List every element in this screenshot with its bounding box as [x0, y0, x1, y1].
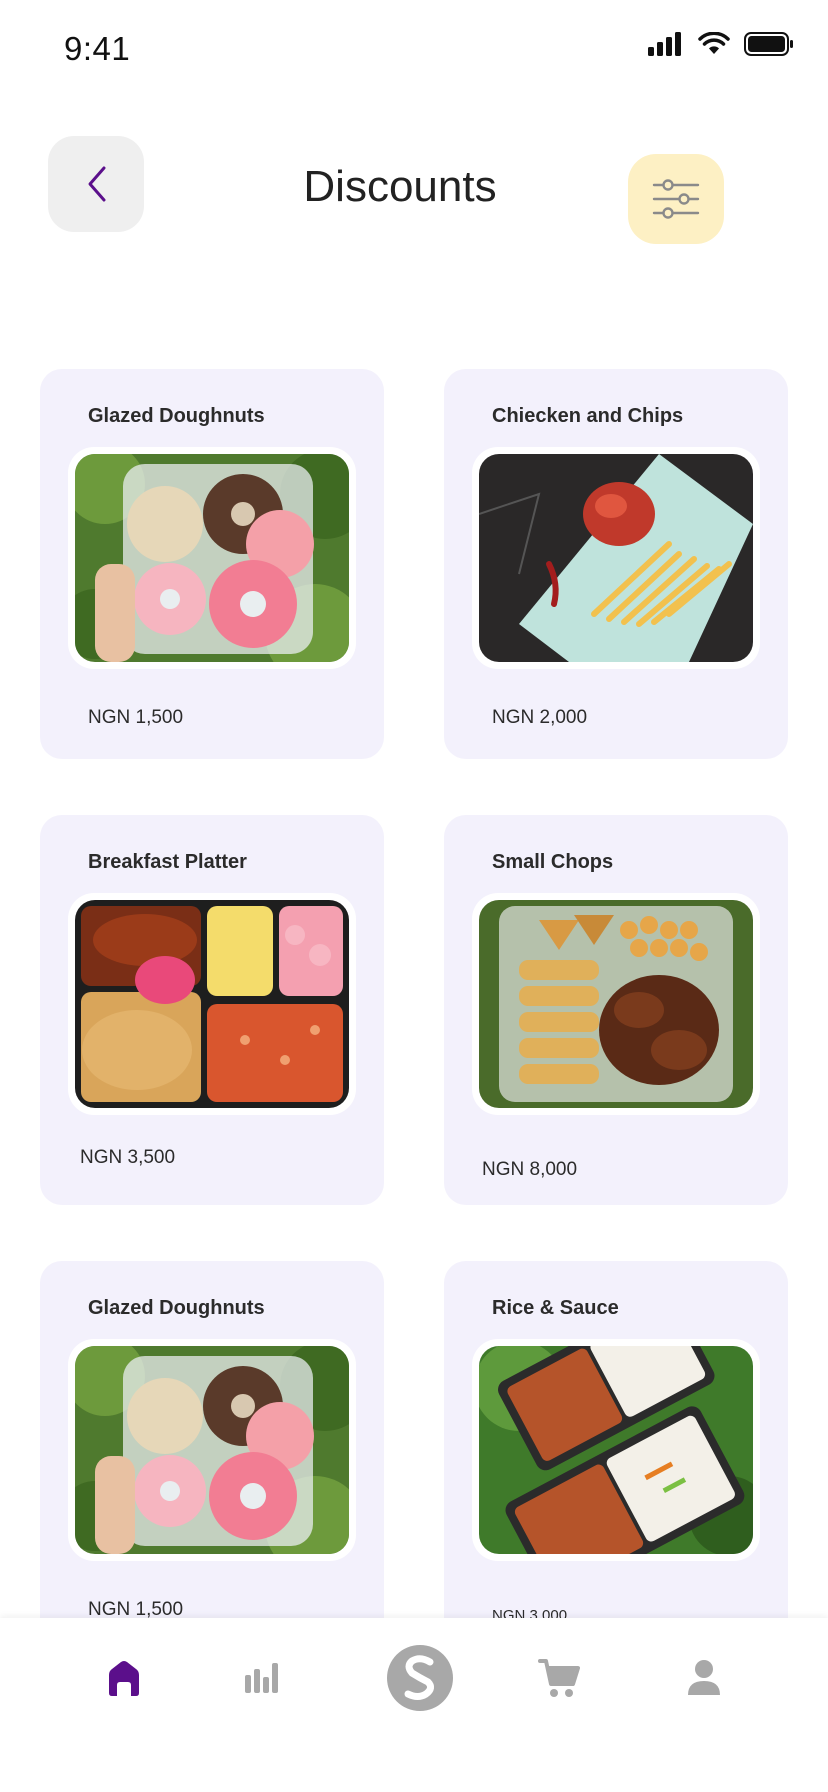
- product-card[interactable]: Breakfast Platter NGN 3,500: [40, 815, 384, 1205]
- filter-button[interactable]: [628, 154, 724, 244]
- cart-icon: [538, 1659, 580, 1697]
- nav-brand[interactable]: [386, 1618, 454, 1738]
- product-card[interactable]: Glazed Doughnuts NGN 1,500: [40, 369, 384, 759]
- nav-cart[interactable]: [535, 1618, 583, 1738]
- battery-icon: [744, 32, 793, 56]
- product-image-frame: [68, 1339, 356, 1561]
- glazed-doughnuts-photo: [75, 1346, 349, 1554]
- product-title: Glazed Doughnuts: [88, 1297, 265, 1319]
- product-title: Small Chops: [492, 851, 614, 873]
- glazed-doughnuts-photo: [75, 454, 349, 662]
- sliders-icon: [652, 179, 700, 219]
- product-title: Glazed Doughnuts: [88, 405, 265, 427]
- nav-profile[interactable]: [682, 1618, 726, 1738]
- home-icon: [109, 1661, 139, 1696]
- product-price: NGN 8,000: [482, 1159, 578, 1180]
- rice-and-sauce-photo: [479, 1346, 753, 1554]
- status-time: 9:41: [64, 30, 131, 67]
- product-card[interactable]: Glazed Doughnuts NGN 1,500: [40, 1261, 384, 1651]
- product-title: Breakfast Platter: [88, 851, 247, 873]
- s-logo-icon: [387, 1645, 453, 1711]
- chicken-and-chips-photo: [479, 454, 753, 662]
- product-card[interactable]: Rice & Sauce NGN 3,000: [444, 1261, 788, 1651]
- breakfast-platter-photo: [75, 900, 349, 1108]
- product-price: NGN 1,500: [88, 707, 184, 728]
- nav-stats[interactable]: [230, 1618, 294, 1738]
- bar-chart-icon: [245, 1663, 278, 1693]
- product-title: Rice & Sauce: [492, 1297, 619, 1319]
- bottom-nav: [0, 1618, 828, 1792]
- product-image-frame: [472, 893, 760, 1115]
- product-price: NGN 2,000: [492, 707, 588, 728]
- product-image-frame: [472, 1339, 760, 1561]
- signal-icon: [648, 32, 681, 56]
- product-card[interactable]: Chiecken and Chips NGN 2,000: [444, 369, 788, 759]
- product-price: NGN 3,500: [80, 1147, 176, 1168]
- product-image-frame: [472, 447, 760, 669]
- status-icons: [648, 32, 794, 56]
- product-card[interactable]: Small Chops NGN 8,000: [444, 815, 788, 1205]
- product-title: Chiecken and Chips: [492, 405, 684, 427]
- small-chops-photo: [479, 900, 753, 1108]
- status-bar: 9:41: [0, 0, 828, 100]
- nav-home[interactable]: [92, 1618, 156, 1738]
- user-icon: [688, 1660, 720, 1695]
- product-image-frame: [68, 447, 356, 669]
- wifi-icon: [698, 32, 730, 54]
- product-image-frame: [68, 893, 356, 1115]
